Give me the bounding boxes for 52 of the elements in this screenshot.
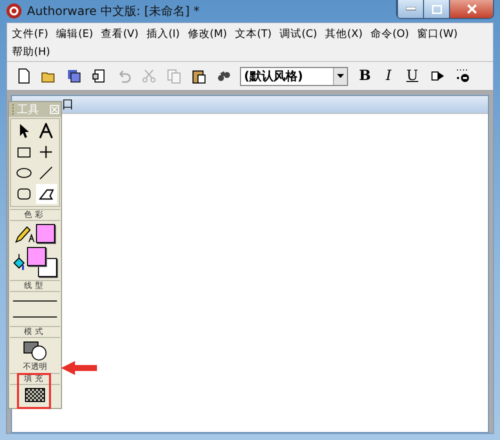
mode-icon[interactable] [22,341,48,361]
menu-item[interactable]: 编辑(E) [53,25,96,43]
app-logo-icon [6,3,22,19]
menu-item[interactable]: 查看(V) [98,25,142,43]
menu-item[interactable]: 调试(C) [276,25,320,43]
tool-button[interactable] [36,184,57,204]
style-dropdown[interactable]: (默认风格) [240,66,348,86]
copy-icon [166,68,182,84]
menu-item[interactable]: 帮助(H) [9,43,54,61]
section-label: 模式 [10,326,60,338]
line-color-swatch[interactable] [36,224,55,243]
pencil-icon [15,224,35,242]
close-icon [466,4,476,14]
rounded-rectangle-icon [16,186,32,202]
dropdown-arrow-icon [337,74,344,78]
menu-item[interactable]: 插入(I) [143,25,183,43]
section-label: 线型 [10,280,60,292]
maximize-icon [432,4,442,14]
crosshair-icon [38,144,54,160]
palette-title: 工具 [17,102,40,117]
menu-item[interactable]: 窗口(W) [414,25,461,43]
menu-item[interactable]: 其他(X) [322,25,366,43]
minimize-icon [406,7,416,11]
maximize-button[interactable] [423,0,449,18]
arrow-icon [61,361,97,375]
scissors-icon [141,68,157,84]
disks-icon [66,68,82,84]
close-button[interactable] [449,0,493,18]
foreground-color-swatch[interactable] [27,247,46,266]
menu-item[interactable]: 文件(F) [9,25,52,43]
ellipse-icon [16,165,32,181]
minimize-button[interactable] [397,0,423,18]
document-icon [91,68,107,84]
highlight-frame [17,373,51,409]
window-title: 口 [62,96,74,113]
clipboard-icon [191,68,207,84]
format-button[interactable]: U [402,68,422,84]
section-label: 色彩 [10,209,60,221]
menu-item[interactable]: 修改(M) [184,25,230,43]
page-icon [16,68,32,84]
window-title: Authorware 中文版: [未命名] * [27,2,200,20]
toolbar-button[interactable] [65,67,83,85]
grip-icon [11,104,15,116]
format-button[interactable]: I [382,68,396,84]
line-icon [38,165,54,181]
fill-pattern-icon[interactable] [25,388,45,402]
menu-item[interactable]: 命令(O) [368,25,412,43]
menu-item[interactable]: 文本(T) [232,25,275,43]
text-tool-icon [38,123,54,139]
format-button[interactable]: B [355,68,375,84]
paint-bucket-icon [13,253,26,271]
mode-label: 不透明 [22,361,48,372]
